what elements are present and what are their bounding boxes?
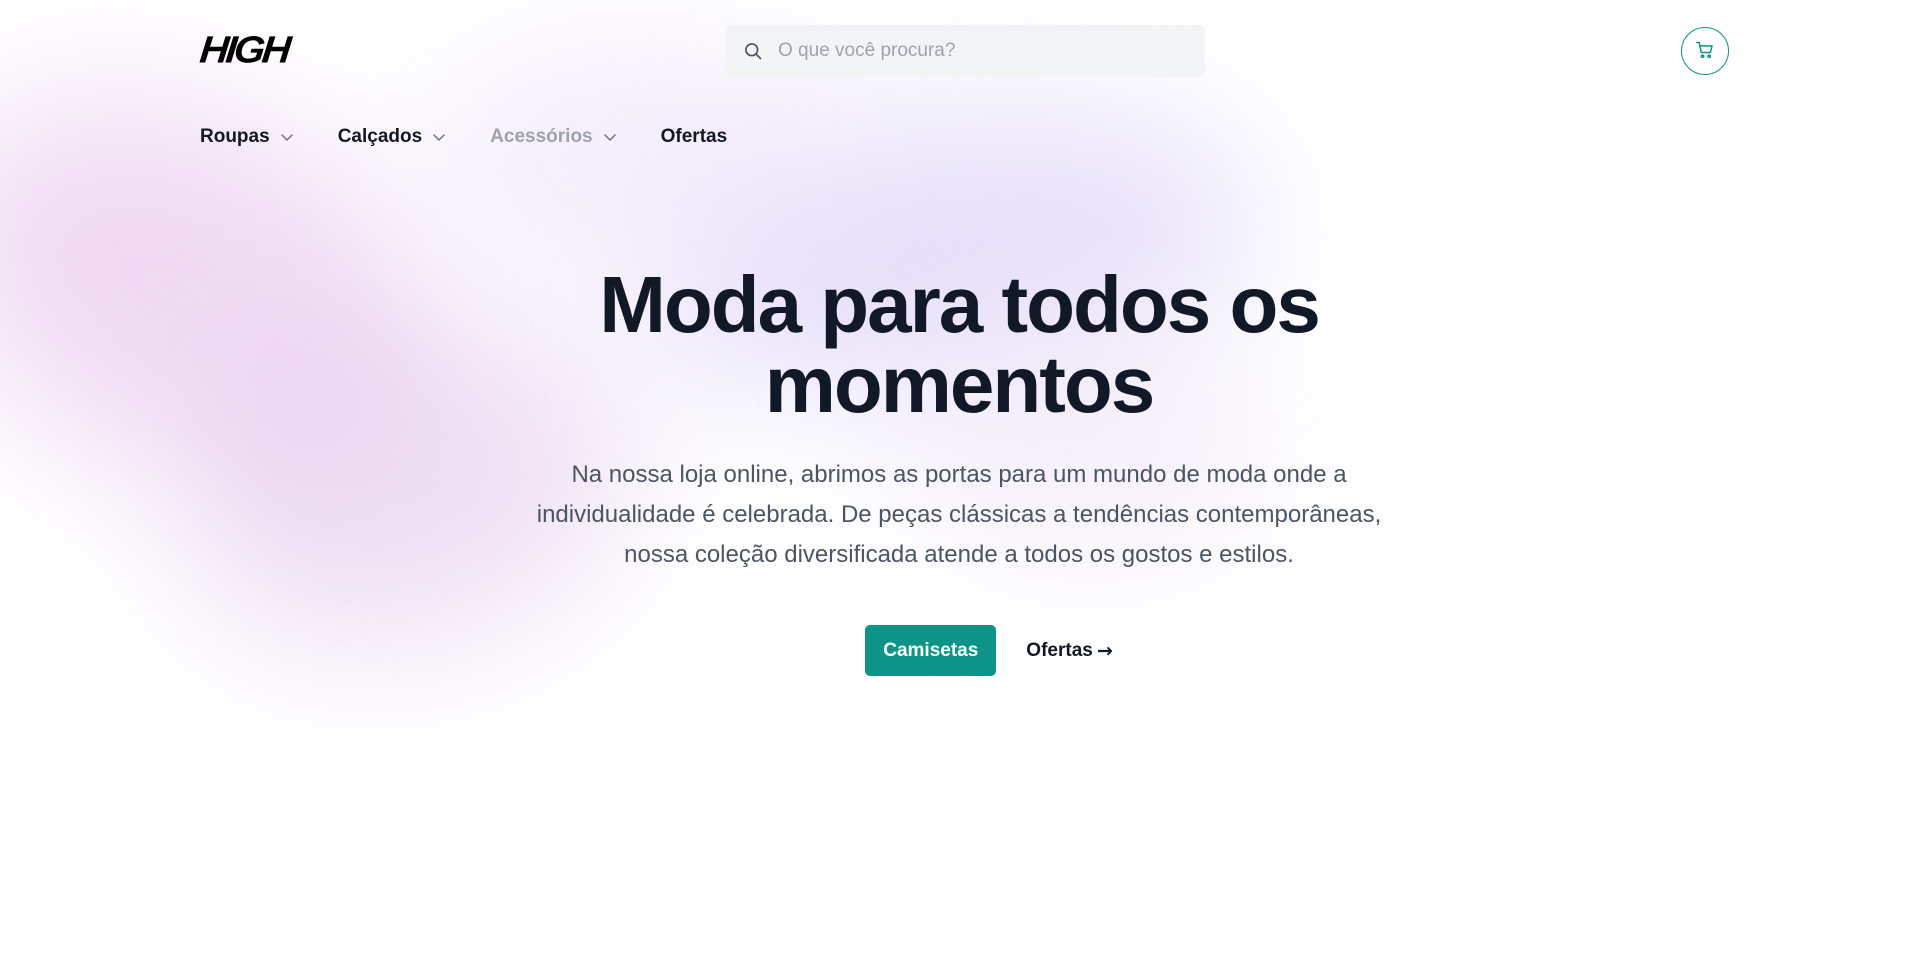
chevron-down-icon xyxy=(432,130,446,144)
nav-item-label: Ofertas xyxy=(660,126,728,147)
ofertas-link[interactable]: Ofertas → xyxy=(1026,640,1112,662)
arrow-right-icon: → xyxy=(1096,639,1113,662)
camisetas-button[interactable]: Camisetas xyxy=(865,625,997,676)
chevron-down-icon xyxy=(603,130,617,144)
ofertas-link-label: Ofertas xyxy=(1026,639,1093,661)
hero-title-line: momentos xyxy=(764,340,1156,429)
nav-item-label: Roupas xyxy=(200,126,270,147)
shopping-cart-icon xyxy=(1695,40,1715,63)
hero-actions: Camisetas Ofertas → xyxy=(0,625,1918,676)
nav-item-label: Acessórios xyxy=(490,126,593,147)
cart-button[interactable] xyxy=(1681,27,1729,75)
chevron-down-icon xyxy=(280,130,294,144)
nav-item-calcados[interactable]: Calçados xyxy=(338,126,446,148)
nav-item-ofertas[interactable]: Ofertas xyxy=(661,126,728,148)
search-input[interactable] xyxy=(778,40,1178,62)
nav-item-roupas[interactable]: Roupas xyxy=(200,126,294,148)
search-bar[interactable] xyxy=(726,25,1205,77)
hero-title-line: Moda para todos os xyxy=(599,260,1321,349)
hero-text-line: nossa coleção diversificada atende a tod… xyxy=(624,541,1294,568)
nav-item-acessorios[interactable]: Acessórios xyxy=(490,126,616,148)
search-icon xyxy=(742,40,764,62)
hero-text-line: individualidade é celebrada. De peças cl… xyxy=(536,501,1382,528)
hero-section: Moda para todos os momentos Na nossa loj… xyxy=(0,265,1918,676)
site-header: HIGH xyxy=(0,0,1918,100)
main-nav: Roupas Calçados Acessórios Ofertas xyxy=(200,122,771,152)
nav-item-label: Calçados xyxy=(337,126,423,147)
hero-text-line: Na nossa loja online, abrimos as portas … xyxy=(571,461,1347,488)
hero-title: Moda para todos os momentos xyxy=(0,265,1918,425)
page: HIGH Roupas xyxy=(0,0,1918,967)
hero-description: Na nossa loja online, abrimos as portas … xyxy=(519,455,1399,575)
brand-logo[interactable]: HIGH xyxy=(198,29,290,71)
